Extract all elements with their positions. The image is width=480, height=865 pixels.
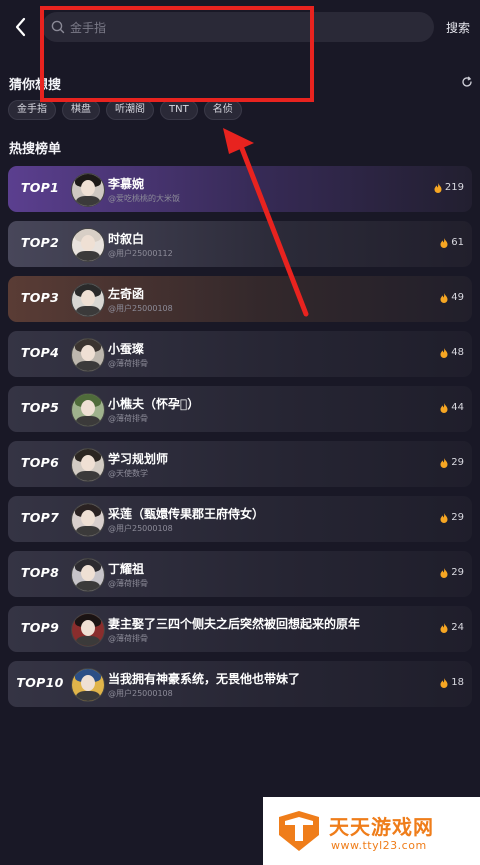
rank-badge: TOP4: [20, 345, 60, 360]
rank-item-author: @薄荷排骨: [108, 359, 148, 368]
guess-tag[interactable]: 听潮阁: [106, 100, 154, 120]
rank-badge: TOP7: [20, 510, 60, 525]
rank-item-name: 小蚕璨: [108, 342, 145, 356]
rank-item[interactable]: TOP4 小蚕璨 @薄荷排骨 48: [8, 331, 472, 377]
fire-icon: [434, 182, 442, 193]
avatar: [71, 668, 105, 702]
fire-icon: [440, 567, 448, 578]
rank-badge: TOP5: [20, 400, 60, 415]
rank-item-name: 李慕婉: [108, 177, 145, 191]
heat-count: 61: [440, 237, 464, 248]
back-arrow-icon[interactable]: [10, 14, 32, 40]
fire-icon: [440, 292, 448, 303]
fire-icon: [440, 677, 448, 688]
rank-item-author: @爱吃桃桃的大米饭: [108, 194, 180, 203]
rank-badge: TOP8: [20, 565, 60, 580]
rank-item-author: @用户25000108: [108, 304, 173, 313]
rank-item-author: @用户25000108: [108, 524, 173, 533]
rank-badge: TOP2: [20, 235, 60, 250]
fire-icon: [440, 512, 448, 523]
heat-count: 29: [440, 567, 464, 578]
rank-item[interactable]: TOP2 时叙白 @用户25000112 61: [8, 221, 472, 267]
heat-value: 49: [451, 292, 464, 303]
heat-count: 18: [440, 677, 464, 688]
avatar: [71, 283, 105, 317]
rank-item-name: 采莲（甄嬛传果郡王府侍女）: [108, 507, 265, 521]
avatar: [71, 613, 105, 647]
rank-item-author: @薄荷排骨: [108, 414, 148, 423]
rank-item[interactable]: TOP8 丁耀祖 @薄荷排骨 29: [8, 551, 472, 597]
fire-icon: [440, 457, 448, 468]
annotation-highlight-box: [40, 6, 314, 102]
hot-rank-list: TOP1 李慕婉 @爱吃桃桃的大米饭 219 TOP2 时叙白 @用户25000112 61 T…: [8, 166, 472, 716]
avatar: [71, 558, 105, 592]
avatar: [71, 173, 105, 207]
heat-count: 48: [440, 347, 464, 358]
rank-item-author: @用户25000108: [108, 689, 173, 698]
heat-value: 29: [451, 567, 464, 578]
rank-item-name: 当我拥有神豪系统，无畏他也带妹了: [108, 672, 301, 686]
rank-badge: TOP10: [16, 675, 64, 690]
watermark-url: www.ttyl23.com: [331, 839, 427, 852]
rank-badge: TOP3: [20, 290, 60, 305]
rank-item-name: 小樵夫（怀孕 ）: [108, 397, 200, 411]
avatar: [71, 393, 105, 427]
rank-item-name: 时叙白: [108, 232, 145, 246]
heat-value: 48: [451, 347, 464, 358]
rank-badge: TOP1: [20, 180, 60, 195]
heat-count: 44: [440, 402, 464, 413]
rank-item-author: @薄荷排骨: [108, 579, 148, 588]
heat-count: 49: [440, 292, 464, 303]
rank-item[interactable]: TOP6 学习规划师 @天使数学 29: [8, 441, 472, 487]
heat-count: 29: [440, 512, 464, 523]
heat-value: 44: [451, 402, 464, 413]
watermark-logo-icon: [279, 811, 319, 851]
rank-item-author: @天使数学: [108, 469, 148, 478]
rank-item-author: @用户25000112: [108, 249, 173, 258]
avatar: [71, 228, 105, 262]
fire-icon: [440, 622, 448, 633]
rank-item[interactable]: TOP9 妻主娶了三四个侧夫之后突然被回想起来的原年 @薄荷排骨 24: [8, 606, 472, 652]
refresh-icon[interactable]: [461, 76, 473, 88]
avatar: [71, 448, 105, 482]
heat-value: 61: [451, 237, 464, 248]
avatar: [71, 338, 105, 372]
rank-item-author: @薄荷排骨: [108, 634, 148, 643]
watermark: 天天游戏网 www.ttyl23.com: [263, 797, 480, 865]
heat-count: 29: [440, 457, 464, 468]
guess-tag[interactable]: 金手指: [8, 100, 56, 120]
heat-value: 219: [444, 182, 464, 193]
heat-value: 29: [451, 512, 464, 523]
heat-value: 24: [451, 622, 464, 633]
heat-value: 18: [451, 677, 464, 688]
fire-icon: [440, 347, 448, 358]
guess-tag[interactable]: TNT: [160, 100, 198, 120]
rank-item[interactable]: TOP5 小樵夫（怀孕 ） @薄荷排骨 44: [8, 386, 472, 432]
search-button[interactable]: 搜索: [446, 19, 470, 36]
hot-section-title: 热搜榜单: [9, 142, 62, 157]
rank-item[interactable]: TOP3 左奇函 @用户25000108 49: [8, 276, 472, 322]
heat-value: 29: [451, 457, 464, 468]
rank-item[interactable]: TOP1 李慕婉 @爱吃桃桃的大米饭 219: [8, 166, 472, 212]
rank-item-name: 左奇函: [108, 287, 145, 301]
fire-icon: [440, 237, 448, 248]
watermark-title: 天天游戏网: [329, 815, 434, 839]
avatar: [71, 503, 105, 537]
rank-item-name: 丁耀祖: [108, 562, 145, 576]
rank-item-name: 妻主娶了三四个侧夫之后突然被回想起来的原年: [108, 617, 361, 631]
rank-badge: TOP9: [20, 620, 60, 635]
guess-tag[interactable]: 棋盘: [62, 100, 100, 120]
fire-icon: [440, 402, 448, 413]
rank-badge: TOP6: [20, 455, 60, 470]
rank-item[interactable]: TOP7 采莲（甄嬛传果郡王府侍女） @用户25000108 29: [8, 496, 472, 542]
guess-tag-list: 金手指 棋盘 听潮阁 TNT 名侦: [8, 100, 242, 120]
rank-item-name: 学习规划师: [108, 452, 169, 466]
rank-item[interactable]: TOP10 当我拥有神豪系统，无畏他也带妹了 @用户25000108 18: [8, 661, 472, 707]
heat-count: 219: [434, 182, 464, 193]
heat-count: 24: [440, 622, 464, 633]
guess-tag[interactable]: 名侦: [203, 100, 242, 120]
